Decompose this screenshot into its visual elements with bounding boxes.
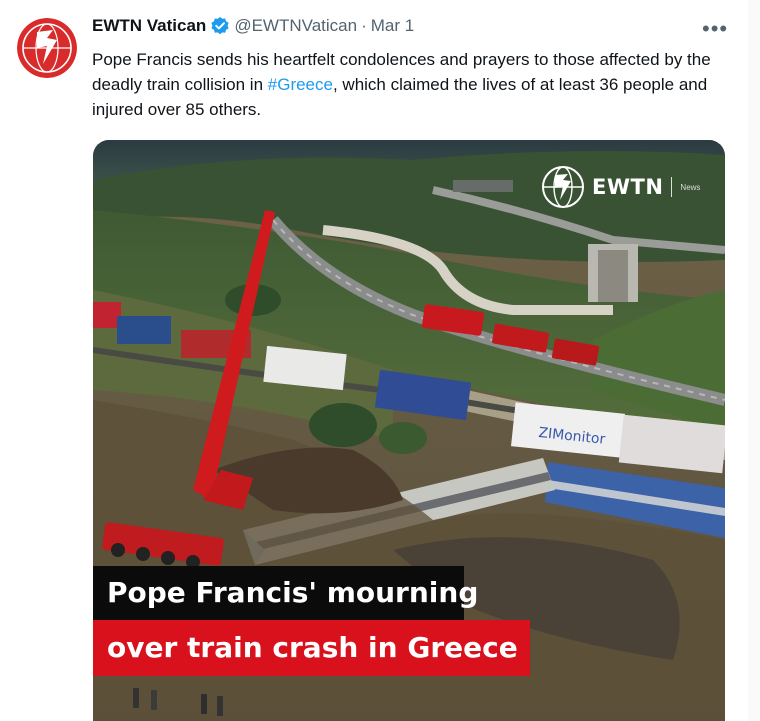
tweet-text: Pope Francis sends his heartfelt condole…	[92, 47, 732, 122]
hashtag-link[interactable]: #Greece	[268, 75, 333, 94]
media-image[interactable]: ZIMonitor EWTN News Pope Francis' mourni…	[93, 140, 725, 721]
tweet-header: EWTN Vatican @EWTNVatican · Mar 1	[92, 16, 414, 36]
logo-subtext: News	[680, 182, 701, 192]
post-date[interactable]: Mar 1	[371, 16, 414, 36]
verified-badge-icon	[210, 16, 230, 36]
ewtn-news-logo: EWTN News	[541, 165, 700, 209]
ewtn-logo-icon	[542, 166, 584, 208]
tweet-card: EWTN Vatican @EWTNVatican · Mar 1 ••• Po…	[0, 0, 749, 721]
caption-line-2: over train crash in Greece	[93, 620, 530, 676]
avatar[interactable]	[17, 18, 77, 78]
caption-line-1: Pope Francis' mourning	[93, 566, 478, 620]
separator-dot: ·	[361, 16, 367, 35]
author-name[interactable]: EWTN Vatican	[92, 16, 206, 36]
logo-divider	[671, 177, 673, 197]
logo-text: EWTN	[592, 175, 664, 199]
author-handle[interactable]: @EWTNVatican	[234, 16, 357, 36]
more-options-icon[interactable]: •••	[702, 18, 728, 40]
ewtn-logo-icon	[17, 18, 77, 78]
page-gutter	[748, 0, 760, 721]
